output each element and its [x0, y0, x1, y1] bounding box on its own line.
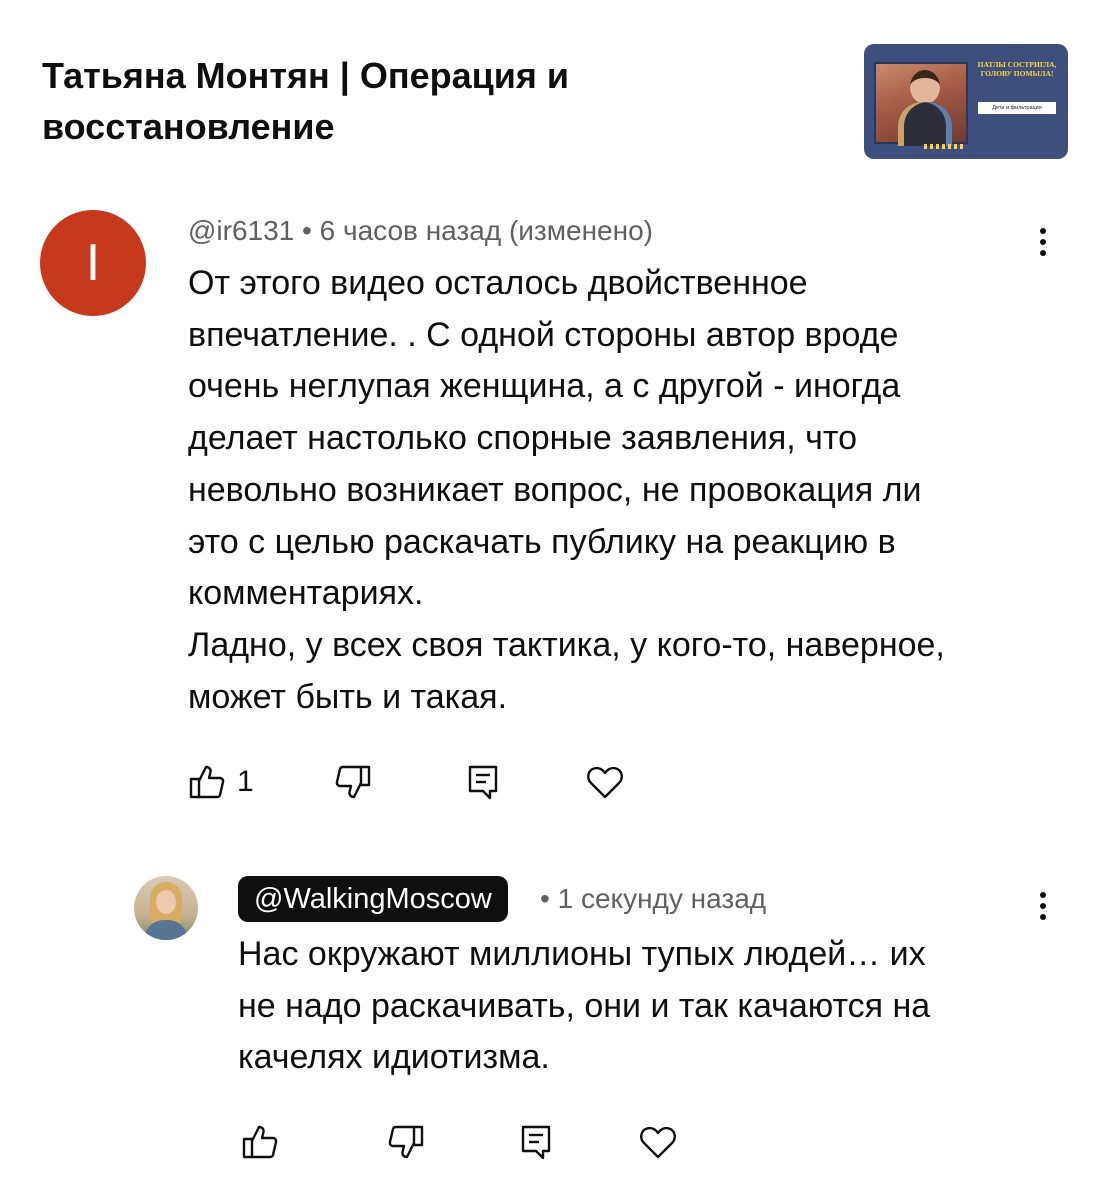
- more-vert-icon[interactable]: [1037, 886, 1049, 926]
- comment-line: делает настолько спорные заявления, что: [188, 419, 857, 458]
- comment-line: это с целью раскачать публику на реакцию…: [188, 522, 896, 561]
- reply-author[interactable]: @WalkingMoscow: [238, 876, 508, 922]
- reply-meta: • 1 секунду назад: [540, 879, 766, 919]
- video-title[interactable]: Татьяна Монтян | Операция и восстановлен…: [42, 50, 802, 152]
- thumbnail-tag: Дети и фильтрация: [978, 102, 1056, 114]
- reply-line: Нас окружают миллионы тупых людей… их: [238, 935, 926, 973]
- heart-icon[interactable]: [585, 762, 625, 802]
- thumbnail-decoration: [924, 144, 964, 149]
- comment-line: впечатление. . С одной стороны автор вро…: [188, 315, 899, 354]
- comment-line: невольно возникает вопрос, не провокация…: [188, 470, 922, 509]
- thumbs-down-icon[interactable]: [333, 762, 373, 802]
- reply-avatar-shirt: [144, 920, 188, 940]
- comment-author[interactable]: @ir6131: [188, 215, 294, 246]
- reply-line: качелях идиотизма.: [238, 1038, 550, 1077]
- thumbs-down-icon[interactable]: [386, 1122, 426, 1162]
- reply-text: Нас окружают миллионы тупых людей… их не…: [238, 929, 1058, 1084]
- thumbnail-headline: ПАТЛЫ СОСТРИГЛА, ГОЛОВУ ПОМЫЛА!: [977, 60, 1057, 78]
- like-count: 1: [237, 765, 254, 798]
- comment-text: От этого видео осталось двойственное впе…: [188, 258, 1068, 723]
- meta-separator: •: [540, 883, 550, 914]
- comment-line: комментариях.: [188, 574, 424, 613]
- comment-line: может быть и такая.: [188, 677, 508, 716]
- thumbs-up-icon[interactable]: [187, 762, 227, 802]
- comment-time: 6 часов назад (изменено): [319, 215, 653, 246]
- video-thumbnail[interactable]: ПАТЛЫ СОСТРИГЛА, ГОЛОВУ ПОМЫЛА! Дети и ф…: [864, 44, 1068, 159]
- reply-line: не надо раскачивать, они и так качаются …: [238, 986, 931, 1025]
- more-vert-icon[interactable]: [1037, 222, 1049, 262]
- reply-icon[interactable]: [516, 1122, 556, 1162]
- thumbs-up-icon[interactable]: [240, 1122, 280, 1162]
- reply-icon[interactable]: [463, 762, 503, 802]
- comment-meta: @ir6131 • 6 часов назад (изменено): [188, 211, 653, 251]
- video-title-line-1: Татьяна Монтян | Операция и: [42, 55, 570, 96]
- comment-line: Ладно, у всех своя тактика, у кого-то, н…: [188, 625, 945, 664]
- meta-separator: •: [302, 215, 312, 246]
- comment-line: очень неглупая женщина, а с другой - ино…: [188, 367, 901, 406]
- comment-line: От этого видео осталось двойственное: [188, 264, 808, 302]
- thumbnail-face: [910, 70, 940, 104]
- thumbnail-figure: [898, 102, 952, 146]
- reply-time: 1 секунду назад: [557, 883, 767, 914]
- thumbnail-photo: [874, 62, 968, 146]
- video-title-line-2: восстановление: [42, 106, 335, 147]
- comment-avatar[interactable]: I: [40, 210, 146, 316]
- reply-avatar-face: [156, 890, 176, 914]
- heart-icon[interactable]: [638, 1122, 678, 1162]
- reply-avatar[interactable]: [134, 876, 198, 940]
